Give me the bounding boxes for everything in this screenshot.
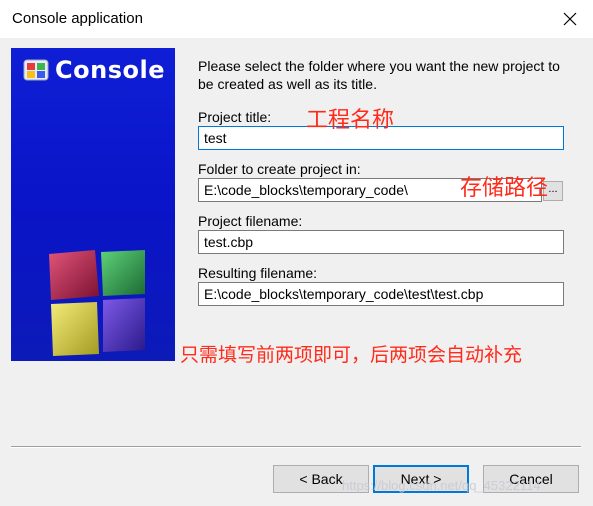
watermark: https://blog.csdn.net/qq_45322114 bbox=[342, 478, 541, 493]
close-icon bbox=[563, 12, 577, 26]
cubes-icon bbox=[49, 250, 145, 356]
logo-text: Console bbox=[55, 56, 165, 84]
intro-text: Please select the folder where you want … bbox=[198, 58, 560, 92]
title-bar: Console application bbox=[0, 0, 593, 39]
codeblocks-logo-icon bbox=[23, 59, 49, 81]
side-panel: Console bbox=[11, 48, 175, 361]
resulting-filename-label: Resulting filename: bbox=[198, 265, 318, 281]
window-title: Console application bbox=[12, 10, 143, 27]
annotation-project-name: 工程名称 bbox=[306, 108, 395, 133]
close-button[interactable] bbox=[547, 0, 593, 38]
project-filename-label: Project filename: bbox=[198, 213, 303, 229]
divider bbox=[11, 446, 581, 448]
logo-row: Console bbox=[23, 56, 165, 84]
annotation-note: 只需填写前两项即可，后两项会自动补充 bbox=[180, 344, 523, 366]
project-filename-input[interactable]: test.cbp bbox=[198, 230, 564, 254]
resulting-filename-field: E:\code_blocks\temporary_code\test\test.… bbox=[198, 282, 564, 306]
folder-label: Folder to create project in: bbox=[198, 161, 361, 177]
project-title-label: Project title: bbox=[198, 109, 272, 125]
annotation-storage-path: 存储路径 bbox=[460, 176, 549, 201]
